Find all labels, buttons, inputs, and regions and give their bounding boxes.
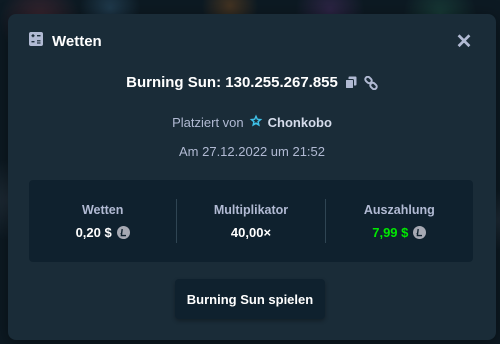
play-game-button[interactable]: Burning Sun spielen [175, 279, 325, 319]
placed-by-line: Platziert von Chonkobo [8, 114, 496, 131]
bet-date: Am 27.12.2022 um 21:52 [179, 144, 325, 159]
close-icon[interactable]: ✕ [456, 29, 473, 54]
modal-header: Wetten ✕ [28, 28, 476, 54]
stat-bet: Wetten 0,20 $ [29, 203, 176, 240]
close-button[interactable]: ✕ [452, 29, 476, 53]
game-id-line: Burning Sun: 130.255.267.855 [8, 74, 496, 91]
stat-multiplier-value: 40,00× [230, 224, 272, 240]
user-name-link[interactable]: Chonkobo [268, 115, 332, 130]
stat-payout-label: Auszahlung [363, 202, 435, 217]
stat-multiplier-label: Multiplikator [213, 202, 289, 217]
game-id-text: Burning Sun: 130.255.267.855 [126, 74, 338, 91]
litecoin-icon [116, 225, 130, 239]
stat-payout-value-row: 7,99 $ [372, 224, 427, 240]
placed-by-label: Platziert von [172, 115, 244, 130]
litecoin-icon [413, 225, 427, 239]
bets-list-icon [28, 31, 44, 52]
stat-bet-label: Wetten [81, 202, 124, 217]
modal-title-text: Wetten [52, 32, 102, 50]
stat-payout: Auszahlung 7,99 $ [326, 203, 473, 240]
stat-bet-value: 0,20 $ [75, 224, 112, 240]
bet-details-modal: Wetten ✕ Burning Sun: 130.255.267.855 Pl… [8, 14, 496, 340]
copy-icon[interactable] [344, 76, 357, 89]
link-icon[interactable] [364, 75, 378, 90]
modal-title: Wetten [28, 31, 102, 52]
bet-stats-panel: Wetten 0,20 $ Multiplikator 40,00× Ausza… [29, 180, 473, 262]
stat-multiplier: Multiplikator 40,00× [177, 203, 324, 240]
vip-star-icon [249, 114, 263, 131]
stat-bet-value-row: 0,20 $ [76, 225, 130, 240]
stat-payout-value: 7,99 $ [372, 224, 409, 240]
